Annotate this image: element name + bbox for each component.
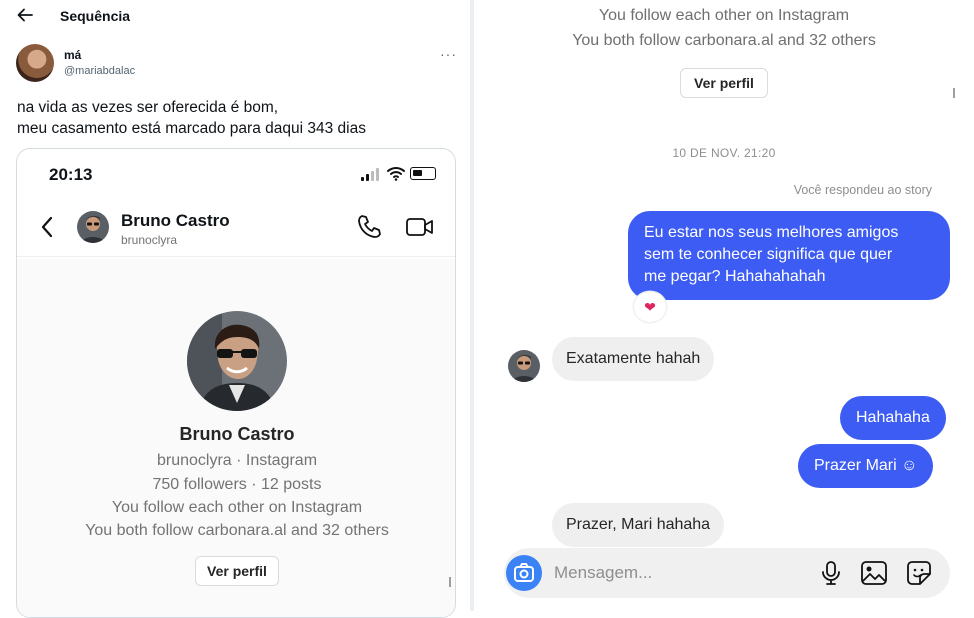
arrow-left-icon[interactable] — [14, 6, 36, 28]
message-line: me pegar? Hahahahahah — [644, 268, 826, 285]
status-time: 20:13 — [49, 165, 93, 184]
video-call-icon[interactable] — [405, 213, 435, 241]
chevron-left-icon[interactable] — [39, 215, 55, 239]
image-icon[interactable] — [860, 560, 888, 586]
tweet-text: na vida as vezes ser oferecida é bom, me… — [17, 97, 366, 139]
message-outgoing[interactable]: Eu estar nos seus melhores amigos sem te… — [628, 211, 950, 300]
message-incoming[interactable]: Prazer, Mari hahaha — [552, 503, 725, 547]
message-outgoing[interactable]: Hahahaha — [840, 396, 946, 440]
author-handle[interactable]: @mariabdalac — [64, 65, 135, 77]
avatar[interactable] — [508, 350, 540, 382]
message-composer[interactable]: Mensagem... — [504, 548, 950, 598]
tweet-panel: Sequência má @mariabdalac ··· na vida as… — [0, 0, 470, 618]
profile-subtitle: brunoclyra · Instagram — [156, 452, 318, 469]
message-incoming[interactable]: Exatamente hahah — [552, 337, 715, 381]
camera-icon[interactable] — [506, 555, 542, 591]
avatar[interactable] — [77, 211, 109, 243]
chat-panel: You follow each other on Instagram You b… — [474, 0, 974, 611]
contact-name[interactable]: Bruno Castro — [121, 211, 230, 231]
message-line: sem te conhecer significa que quer — [644, 246, 893, 263]
heart-reaction-icon[interactable]: ❤ — [634, 292, 666, 322]
dm-header: Bruno Castro brunoclyra — [17, 197, 455, 257]
timestamp: 10 DE NOV. 21:20 — [672, 146, 776, 160]
view-profile-button[interactable]: Ver perfil — [680, 68, 768, 98]
message-input[interactable]: Mensagem... — [554, 563, 652, 583]
phone-call-icon[interactable] — [355, 213, 383, 241]
mutual-follow-text: You follow each other on Instagram — [598, 7, 850, 24]
profile-picture[interactable] — [187, 311, 287, 411]
thread-header: Sequência — [0, 0, 470, 34]
cellular-signal-icon — [361, 167, 383, 181]
profile-card: Bruno Castro brunoclyra · Instagram 750 … — [17, 259, 455, 617]
message-line: Eu estar nos seus melhores amigos — [644, 224, 899, 241]
wifi-icon — [387, 165, 405, 181]
page-title: Sequência — [60, 8, 131, 24]
mutual-friends-text: You both follow carbonara.al and 32 othe… — [85, 522, 389, 539]
story-reply-label: Você respondeu ao story — [793, 183, 932, 197]
more-horizontal-icon[interactable]: ··· — [440, 46, 457, 62]
avatar[interactable] — [16, 44, 54, 82]
message-outgoing[interactable]: Prazer Mari ☺ — [798, 444, 934, 488]
sticker-icon[interactable] — [906, 560, 932, 586]
view-profile-button[interactable]: Ver perfil — [195, 556, 279, 586]
scrollbar[interactable] — [449, 577, 451, 587]
microphone-icon[interactable] — [818, 560, 844, 586]
author-name[interactable]: má — [64, 48, 81, 62]
scrollbar[interactable] — [953, 88, 955, 98]
mutual-follow-text: You follow each other on Instagram — [111, 499, 363, 516]
screenshot-media[interactable]: 20:13 Bruno Castro brunoclyra Bruno Cast… — [16, 148, 456, 618]
battery-icon — [410, 167, 436, 180]
mutual-friends-text: You both follow carbonara.al and 32 othe… — [572, 32, 876, 49]
tweet-line: na vida as vezes ser oferecida é bom, — [17, 99, 279, 116]
profile-name: Bruno Castro — [179, 424, 295, 444]
tweet-line: meu casamento está marcado para daqui 34… — [17, 120, 366, 137]
profile-stats: 750 followers · 12 posts — [152, 476, 322, 493]
contact-handle: brunoclyra — [121, 233, 178, 247]
